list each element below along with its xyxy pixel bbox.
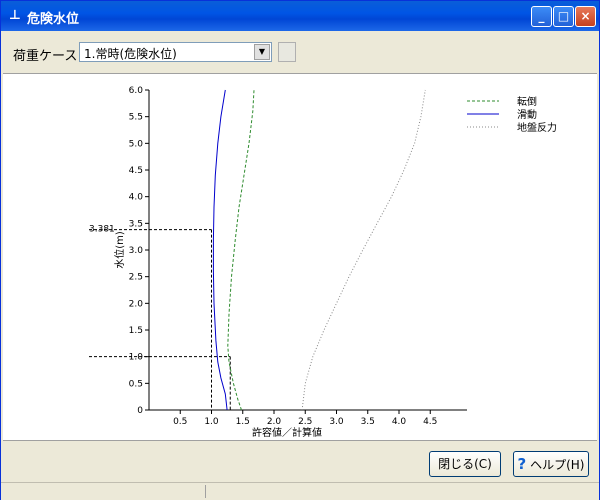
help-button-label: ヘルプ(H) bbox=[530, 458, 585, 472]
chart-area: 0 0.5 1.0 1.5 2.0 2.5 3.0 3.5 4.0 4.5 5.0 5.5 6.0 0.5… bbox=[3, 73, 597, 441]
load-case-value: 1.常時(危険水位) bbox=[84, 47, 177, 61]
load-case-label: 荷重ケース bbox=[13, 49, 78, 64]
x-tick-label: 2.5 bbox=[298, 417, 312, 427]
app-icon: ⊥ bbox=[9, 8, 21, 23]
legend-label: 滑動 bbox=[517, 108, 537, 121]
spin-button[interactable] bbox=[278, 42, 296, 62]
x-tick-label: 1.5 bbox=[236, 417, 250, 427]
y-tick-label: 5.5 bbox=[129, 113, 143, 123]
series-line-3 bbox=[301, 89, 426, 411]
title-bar[interactable]: ⊥ 危険水位 _ □ × bbox=[1, 1, 599, 31]
series-line-2 bbox=[212, 89, 228, 411]
x-tick-label: 4.5 bbox=[423, 417, 437, 427]
help-button[interactable]: ? ヘルプ(H) bbox=[513, 451, 589, 477]
status-divider bbox=[205, 485, 206, 498]
close-button[interactable]: 閉じる(C) bbox=[429, 451, 501, 477]
annotation-label: 3.381 bbox=[89, 225, 115, 235]
y-tick-label: 3.5 bbox=[129, 219, 143, 229]
y-tick-label: 0 bbox=[137, 406, 143, 416]
y-tick-label: 2.5 bbox=[129, 273, 143, 283]
x-tick-label: 3.0 bbox=[329, 417, 344, 427]
dialog-window: ⊥ 危険水位 _ □ × 荷重ケース 1.常時(危険水位) ▼ 0 0.5 1.0 1… bbox=[0, 0, 600, 500]
x-axis-label: 許容値／計算値 bbox=[252, 426, 322, 439]
series-line-1 bbox=[227, 89, 255, 411]
minimize-button[interactable]: _ bbox=[531, 6, 552, 27]
question-icon: ? bbox=[517, 455, 527, 473]
status-bar bbox=[1, 482, 599, 500]
y-tick-label: 1.5 bbox=[129, 326, 143, 336]
x-tick-label: 2.0 bbox=[267, 417, 282, 427]
y-tick-label: 6.0 bbox=[129, 86, 144, 96]
close-button-label: 閉じる(C) bbox=[438, 457, 492, 471]
y-tick-label: 0.5 bbox=[129, 379, 143, 389]
toolbar: 荷重ケース 1.常時(危険水位) ▼ bbox=[1, 32, 599, 72]
y-tick-label: 2.0 bbox=[129, 299, 144, 309]
maximize-button[interactable]: □ bbox=[553, 6, 574, 27]
legend-label: 転倒 bbox=[517, 96, 537, 108]
chevron-down-icon[interactable]: ▼ bbox=[254, 44, 270, 60]
chart-svg: 0 0.5 1.0 1.5 2.0 2.5 3.0 3.5 4.0 4.5 5.0 5.5 6.0 0.5… bbox=[89, 86, 557, 439]
x-tick-label: 4.0 bbox=[392, 417, 407, 427]
y-tick-label: 4.5 bbox=[129, 166, 143, 176]
y-tick-label: 1.0 bbox=[129, 353, 144, 363]
window-title: 危険水位 bbox=[27, 12, 80, 27]
y-tick-label: 5.0 bbox=[129, 139, 144, 149]
x-tick-label: 1.0 bbox=[204, 417, 219, 427]
legend-label: 地盤反力 bbox=[517, 121, 557, 134]
x-tick-label: 3.5 bbox=[361, 417, 375, 427]
y-tick-label: 4.0 bbox=[129, 193, 144, 203]
y-tick-label: 3.0 bbox=[129, 246, 144, 256]
close-window-button[interactable]: × bbox=[575, 6, 596, 27]
y-axis-label: 水位(m) bbox=[113, 231, 126, 269]
load-case-select[interactable]: 1.常時(危険水位) ▼ bbox=[79, 42, 272, 62]
x-tick-label: 0.5 bbox=[173, 417, 187, 427]
